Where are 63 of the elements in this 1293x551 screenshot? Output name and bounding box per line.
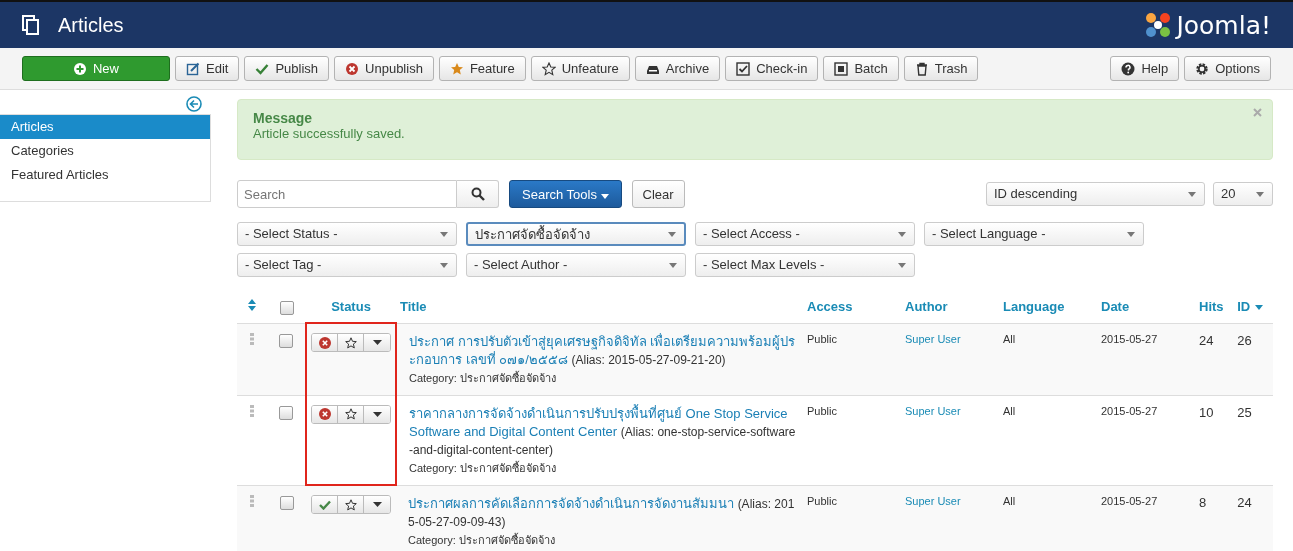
toolbar-button[interactable]: Feature	[438, 56, 526, 81]
language-cell: All	[999, 323, 1097, 396]
filter-select[interactable]: ประกาศจัดซื้อจัดจ้าง	[466, 222, 686, 246]
toolbar-button[interactable]: Trash	[903, 56, 979, 81]
column-header[interactable]: ID	[1237, 299, 1251, 315]
page-title: Articles	[58, 13, 124, 37]
message-text: Article successfully saved.	[253, 126, 406, 141]
hits-cell: 24	[1195, 323, 1234, 396]
date-cell: 2015-05-27	[1097, 395, 1195, 486]
category-text: Category: ประกาศจัดซื้อจัดจ้าง	[409, 370, 557, 386]
id-cell: 26	[1233, 323, 1273, 396]
column-header[interactable]: Hits	[1199, 299, 1224, 315]
access-cell: Public	[803, 395, 901, 486]
column-header[interactable]: Date	[1101, 299, 1130, 315]
sidebar-item[interactable]: Featured Articles	[0, 163, 210, 187]
id-cell: 24	[1233, 485, 1273, 551]
filter-select[interactable]: - Select Author -	[466, 253, 686, 277]
filter-select[interactable]: - Select Status -	[237, 222, 457, 246]
access-cell: Public	[803, 485, 901, 551]
toolbar-button[interactable]: Edit	[175, 56, 240, 81]
category-text: Category: ประกาศจัดซื้อจัดจ้าง	[408, 532, 556, 548]
article-title-link[interactable]: ประกาศผลการคัดเลือกการจัดจ้างดำเนินการจัดงานสัมมนา (Alias: 2015-05-27-09-09-43)	[408, 494, 799, 531]
language-cell: All	[999, 395, 1097, 486]
date-cell: 2015-05-27	[1097, 323, 1195, 396]
toolbar-button[interactable]: Check-in	[725, 56, 819, 81]
column-header[interactable]: Language	[1003, 299, 1065, 315]
toolbar-button[interactable]: Unpublish	[334, 56, 434, 81]
sidebar-item[interactable]: Articles	[0, 115, 210, 139]
date-cell: 2015-05-27	[1097, 485, 1195, 551]
ordering-select[interactable]: ID descending	[986, 182, 1205, 206]
id-cell: 25	[1233, 395, 1273, 486]
article-title-link[interactable]: ประกาศ การปรับตัวเข้าสู่ยุคเศรษฐกิจดิจิทัล เพื่อเตรียมความพร้อมผู้ประกอบการ เลขที่ ๐๗๑/๒๕๕๘ (Alias: 2015-05-27-09-21-20)	[409, 332, 799, 369]
article-title-link[interactable]: ราคากลางการจัดจ้างดำเนินการปรับปรุงพื้นที่ศูนย์ One Stop Service Software and Digital Content Center (Alias: one-stop-service-software-and-digital-content-center)	[409, 404, 799, 459]
toolbar-button[interactable]: New	[22, 56, 170, 81]
column-header[interactable]: Status	[331, 299, 371, 315]
search-field[interactable]: Search	[237, 180, 457, 208]
filter-select[interactable]: - Select Language -	[924, 222, 1144, 246]
logo-text: Joomla!	[1176, 10, 1271, 40]
filter-select[interactable]: - Select Max Levels -	[695, 253, 915, 277]
filter-select[interactable]: - Select Access -	[695, 222, 915, 246]
toolbar-button[interactable]: Options	[1184, 56, 1271, 81]
toolbar-button[interactable]: Publish	[244, 56, 330, 81]
toolbar-button[interactable]: Archive	[634, 56, 721, 81]
clear-button[interactable]: Clear	[631, 180, 685, 208]
language-cell: All	[999, 485, 1097, 551]
limit-select[interactable]: 20	[1213, 182, 1273, 206]
hits-cell: 8	[1195, 485, 1234, 551]
column-header[interactable]: Access	[807, 299, 853, 315]
filter-select[interactable]: - Select Tag -	[237, 253, 457, 277]
category-text: Category: ประกาศจัดซื้อจัดจ้าง	[409, 460, 557, 476]
sidebar-item[interactable]: Categories	[0, 139, 210, 163]
author-link[interactable]: Super User	[905, 332, 961, 345]
search-tools-button[interactable]: Search Tools	[509, 180, 622, 208]
column-header[interactable]: Title	[400, 299, 427, 315]
author-link[interactable]: Super User	[905, 404, 961, 417]
toolbar-button[interactable]: Unfeature	[530, 56, 630, 81]
author-link[interactable]: Super User	[905, 494, 961, 507]
hits-cell: 10	[1195, 395, 1234, 486]
column-header[interactable]: Author	[905, 299, 948, 315]
toolbar-button[interactable]: Help	[1110, 56, 1180, 81]
toolbar-button[interactable]: Batch	[823, 56, 899, 81]
message-heading: Message	[253, 110, 314, 126]
access-cell: Public	[803, 323, 901, 396]
